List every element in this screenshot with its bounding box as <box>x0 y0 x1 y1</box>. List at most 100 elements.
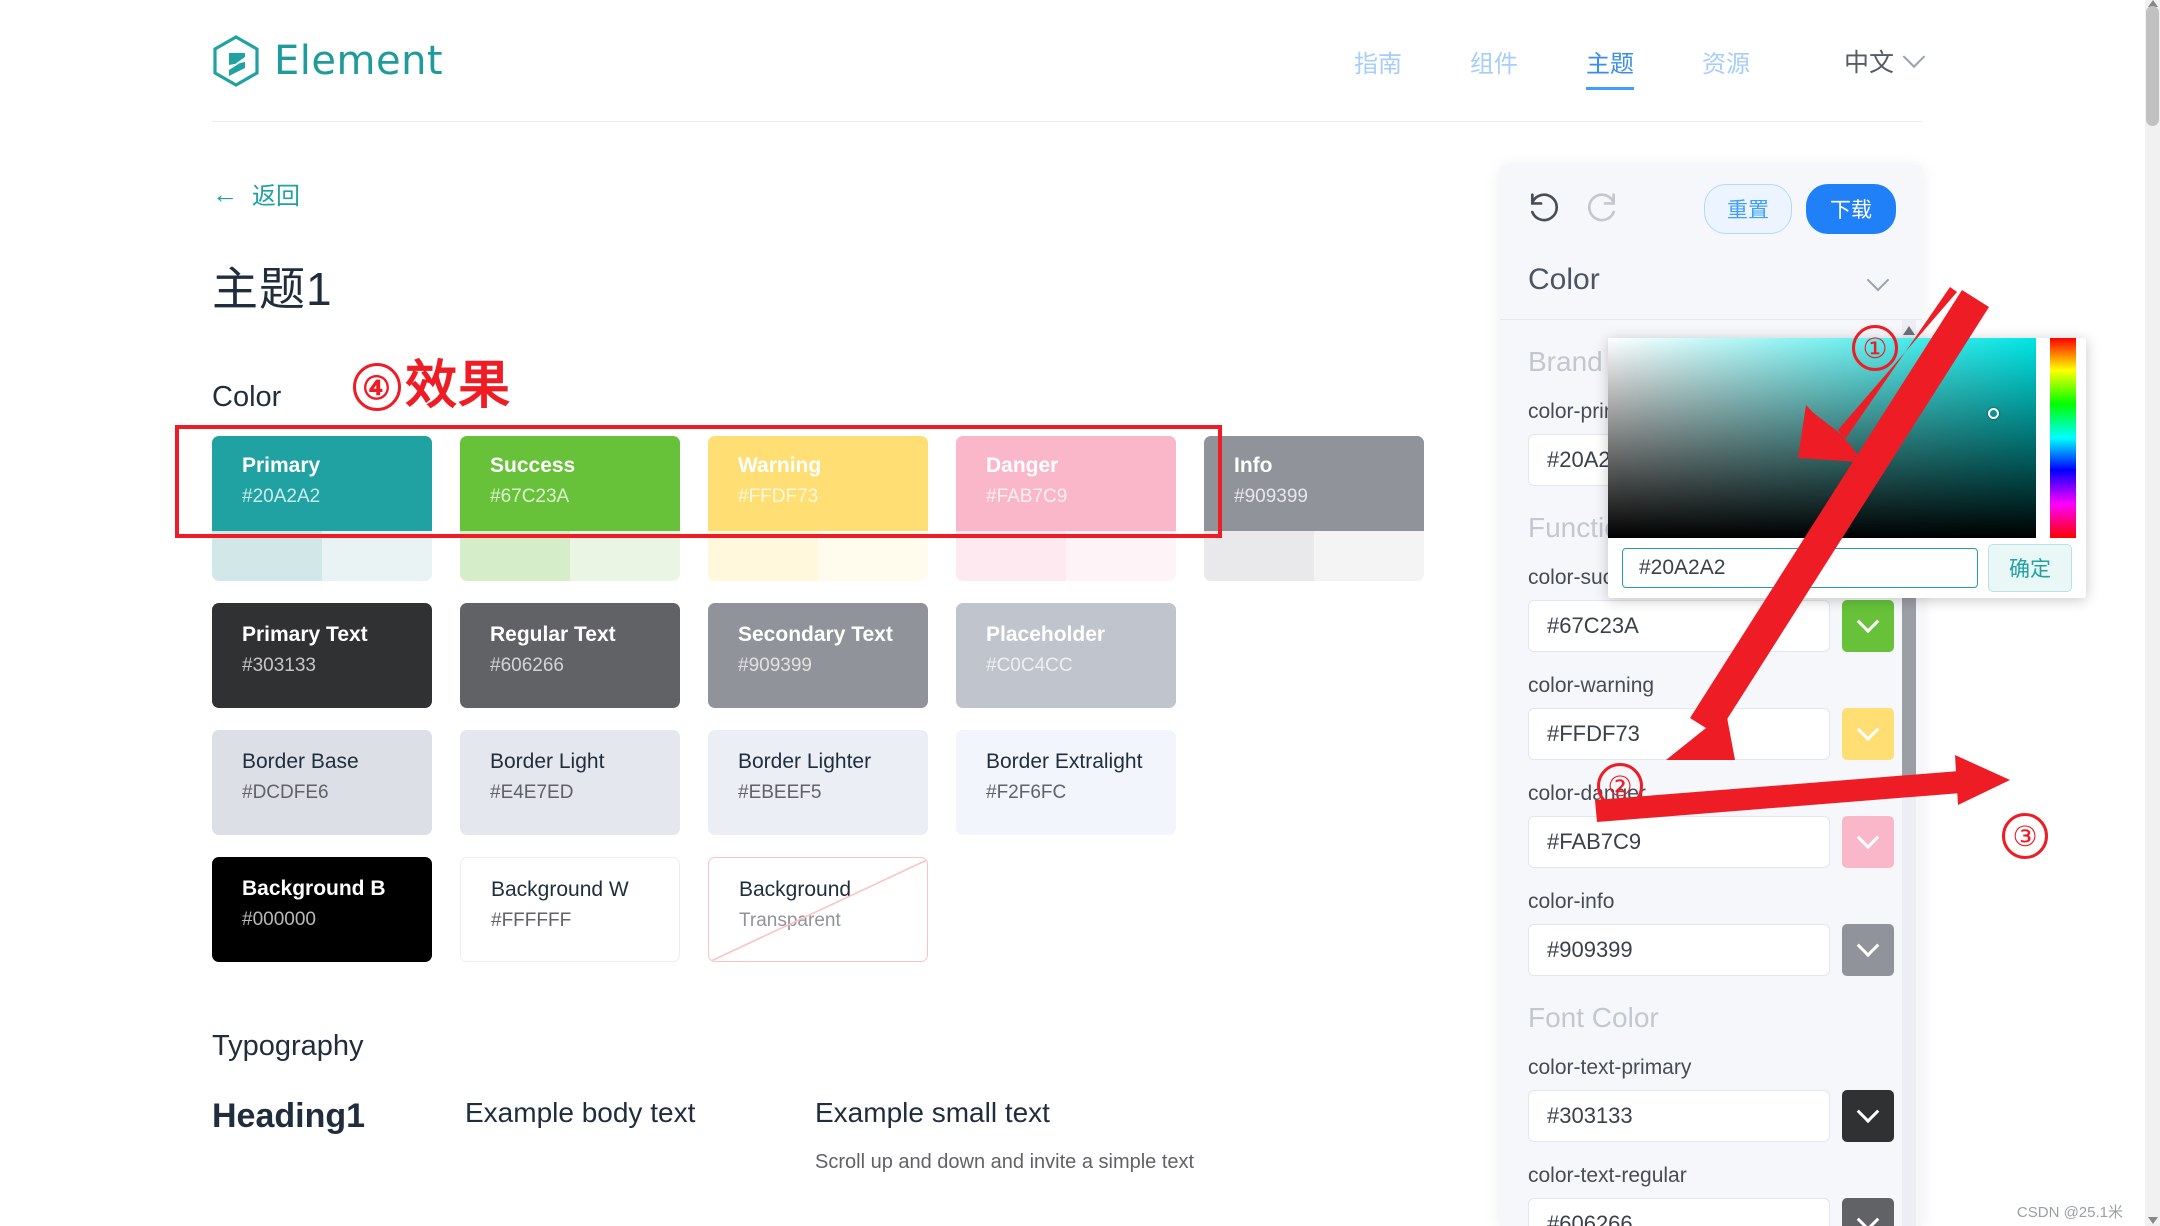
swatch-hex: #909399 <box>738 655 812 676</box>
swatch-main: Primary #20A2A2 <box>212 436 432 531</box>
panel-field-label: color-text-regular <box>1528 1164 1687 1187</box>
element-hexagon-icon <box>212 34 260 87</box>
scroll-down-arrow-icon[interactable] <box>2148 1217 2158 1224</box>
color-picker-cursor[interactable] <box>1988 408 1999 419</box>
swatch-hex: #20A2A2 <box>242 486 321 507</box>
color-picker-footer: #20A2A2 确定 <box>1608 538 2086 598</box>
color-picker-hex-input[interactable]: #20A2A2 <box>1622 548 1978 588</box>
typography-small-text: Example small text <box>815 1097 1050 1128</box>
panel-field-row: #67C23A <box>1528 600 1894 652</box>
color-hex-input[interactable]: #303133 <box>1528 1090 1830 1142</box>
page-title: 主题1 <box>212 263 333 315</box>
nav-item-components[interactable]: 组件 <box>1436 0 1552 122</box>
chevron-down-icon <box>1856 718 1880 742</box>
swatch-tint <box>212 531 322 581</box>
main-content: ← 返回 主题1 Color Primary #20A2A2 Success #67C… <box>212 122 1492 1174</box>
border-color-swatch-row: Border Base #DCDFE6 Border Light #E4E7ED Bor… <box>212 730 1492 835</box>
nav-item-resources[interactable]: 资源 <box>1668 0 1784 122</box>
swatch-tint <box>956 531 1066 581</box>
color-dropdown-button[interactable] <box>1842 708 1894 760</box>
theme-config-panel: 重置 下载 Color Brand Color color-primary #20A… <box>1500 165 1922 1226</box>
site-header: Element 指南 组件 主题 资源 中文 <box>212 0 1926 122</box>
color-swatch-card: Info #909399 <box>1204 436 1424 581</box>
redo-icon[interactable] <box>1582 190 1620 228</box>
typography-small-col: Example small text Scroll up and down an… <box>815 1097 1235 1174</box>
swatch-tint <box>818 531 928 581</box>
swatch-name: Placeholder <box>986 623 1106 646</box>
color-dropdown-button[interactable] <box>1842 1090 1894 1142</box>
panel-field-label: color-warning <box>1528 674 1655 697</box>
color-dropdown-button[interactable] <box>1842 600 1894 652</box>
swatch-hex: #DCDFE6 <box>242 782 329 803</box>
back-label: 返回 <box>252 183 300 210</box>
panel-field-row: #303133 <box>1528 1090 1894 1142</box>
swatch-tints <box>1204 531 1424 581</box>
language-switcher[interactable]: 中文 <box>1784 43 1926 79</box>
swatch-name: Background <box>739 878 852 901</box>
download-button[interactable]: 下载 <box>1806 184 1896 234</box>
color-swatch-card: Secondary Text #909399 <box>708 603 928 708</box>
swatch-tints <box>460 531 680 581</box>
color-swatch-card: Success #67C23A <box>460 436 680 581</box>
swatch-name: Primary <box>242 454 321 477</box>
chevron-down-icon <box>1856 826 1880 850</box>
color-dropdown-button[interactable] <box>1842 1198 1894 1226</box>
swatch-main: Success #67C23A <box>460 436 680 531</box>
swatch-hex: #303133 <box>242 655 316 676</box>
color-swatch-card: Border Extralight #F2F6FC <box>956 730 1176 835</box>
swatch-tint <box>708 531 818 581</box>
swatch-tint <box>322 531 432 581</box>
color-picker-popover[interactable]: #20A2A2 确定 <box>1608 338 2086 598</box>
swatch-tint <box>570 531 680 581</box>
color-swatch-card: Border Light #E4E7ED <box>460 730 680 835</box>
color-picker-saturation-area[interactable] <box>1608 338 2036 538</box>
undo-icon[interactable] <box>1526 190 1564 228</box>
color-hex-input[interactable]: #909399 <box>1528 924 1830 976</box>
color-swatch-card: Background B #000000 <box>212 857 432 962</box>
color-section-heading: Color <box>212 381 282 413</box>
color-swatch-card: Primary #20A2A2 <box>212 436 432 581</box>
window-scrollbar[interactable] <box>2145 0 2160 1226</box>
swatch-hex: #FAB7C9 <box>986 486 1068 507</box>
color-swatch-card: Primary Text #303133 <box>212 603 432 708</box>
color-swatch-card: Background W #FFFFFF <box>460 857 680 962</box>
color-hex-input[interactable]: #606266 <box>1528 1198 1830 1226</box>
color-swatch-card: Danger #FAB7C9 <box>956 436 1176 581</box>
reset-button[interactable]: 重置 <box>1704 184 1792 234</box>
back-link[interactable]: ← 返回 <box>212 176 1492 211</box>
swatch-name: Background B <box>242 877 386 900</box>
swatch-hex: #FFDF73 <box>738 486 819 507</box>
color-dropdown-button[interactable] <box>1842 924 1894 976</box>
panel-color-section-header[interactable]: Color <box>1500 253 1922 319</box>
chevron-down-icon <box>1856 934 1880 958</box>
panel-field-row: #FFDF73 <box>1528 708 1894 760</box>
nav-item-theme[interactable]: 主题 <box>1552 0 1668 122</box>
color-hex-input[interactable]: #67C23A <box>1528 600 1830 652</box>
color-picker-hue-slider[interactable] <box>2050 338 2076 538</box>
color-swatch-card: Border Base #DCDFE6 <box>212 730 432 835</box>
swatch-hex: #000000 <box>242 909 316 930</box>
swatch-tints <box>708 531 928 581</box>
app-page: Element 指南 组件 主题 资源 中文 ← 返回 主题1 Color Pr… <box>0 0 2145 1226</box>
swatch-tints <box>956 531 1176 581</box>
panel-field-label: color-danger <box>1528 782 1646 805</box>
brand-logo[interactable]: Element <box>212 34 443 87</box>
nav-label: 组件 <box>1469 50 1518 78</box>
color-dropdown-button[interactable] <box>1842 816 1894 868</box>
color-hex-input[interactable]: #FAB7C9 <box>1528 816 1830 868</box>
swatch-hex: #67C23A <box>490 486 570 507</box>
swatch-hex: #EBEEF5 <box>738 782 822 803</box>
swatch-main: Danger #FAB7C9 <box>956 436 1176 531</box>
chevron-down-icon <box>1902 45 1926 69</box>
swatch-name: Background W <box>491 878 629 901</box>
swatch-name: Info <box>1234 454 1273 477</box>
color-picker-confirm-button[interactable]: 确定 <box>1988 544 2072 592</box>
swatch-name: Danger <box>986 454 1059 477</box>
window-scrollbar-thumb[interactable] <box>2146 6 2159 126</box>
chevron-down-icon <box>1856 1208 1880 1226</box>
scroll-up-arrow-icon[interactable] <box>1903 326 1915 335</box>
swatch-hex: #C0C4CC <box>986 655 1073 676</box>
typography-heading1: Heading1 <box>212 1097 366 1135</box>
nav-item-guide[interactable]: 指南 <box>1320 0 1436 122</box>
color-hex-input[interactable]: #FFDF73 <box>1528 708 1830 760</box>
